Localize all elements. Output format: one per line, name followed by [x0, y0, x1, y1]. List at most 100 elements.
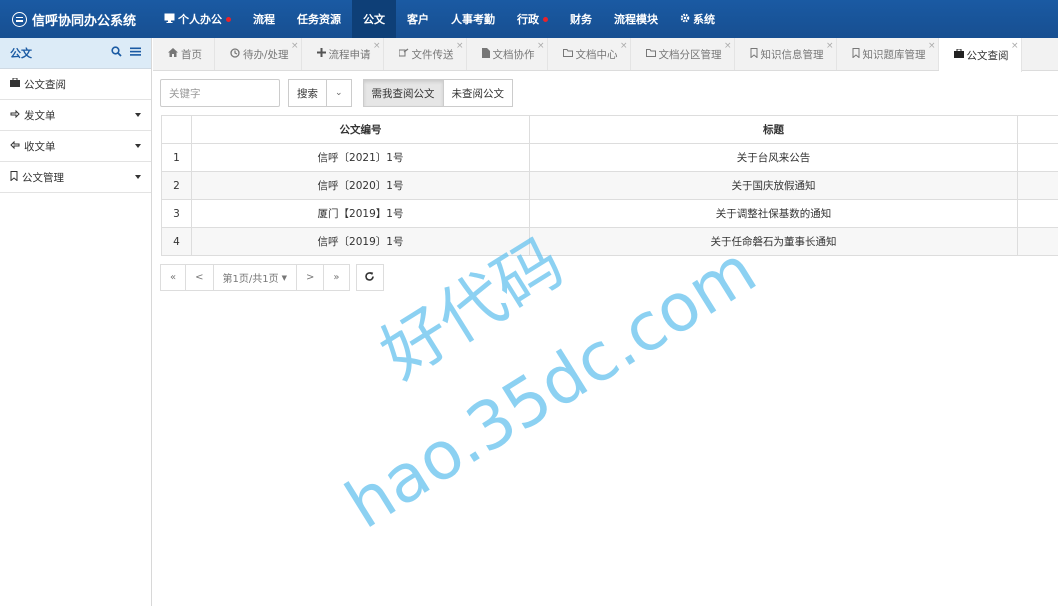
table-row[interactable]: 4 信呼〔2019〕1号 关于任命磐石为董事长通知 [161, 227, 1058, 256]
briefcase-icon [953, 48, 964, 61]
hand-left-icon [10, 140, 20, 153]
column-header-code[interactable]: 公文编号 [191, 115, 530, 144]
page-select[interactable]: 第1页/共1页 ▼ [213, 264, 297, 291]
close-icon[interactable]: × [620, 41, 628, 51]
tab-label: 文档协作 [492, 48, 535, 61]
caret-down-icon [135, 113, 141, 117]
nav-label: 流程 [253, 13, 275, 26]
menu-icon[interactable] [130, 46, 141, 60]
nav-label: 流程模块 [614, 13, 658, 26]
next-page-button[interactable]: > [297, 264, 325, 291]
nav-label: 人事考勤 [451, 13, 495, 26]
close-icon[interactable]: × [1011, 41, 1019, 51]
filter-unread-button[interactable]: 未查阅公文 [443, 79, 514, 107]
close-icon[interactable]: × [373, 41, 381, 51]
row-extra [1017, 143, 1058, 172]
close-icon[interactable]: × [826, 41, 834, 51]
nav-item-documents[interactable]: 公文 [352, 0, 396, 38]
bookmark-icon [750, 47, 758, 61]
sidebar-item-doc-query[interactable]: 公文查阅 [0, 69, 151, 100]
tab-flow-apply[interactable]: 流程申请 × [302, 38, 384, 70]
row-title: 关于调整社保基数的通知 [529, 199, 1018, 228]
document-table: 公文编号 标题 1 信呼〔2021〕1号 关于台风来公告 2 信呼〔2020〕1… [161, 115, 1058, 256]
tab-label: 公文查阅 [966, 49, 1009, 62]
tab-label: 文档中心 [575, 48, 618, 61]
sidebar: 公文 公文查阅 发文单 收文单 公文管理 [0, 38, 152, 606]
column-header-extra [1017, 115, 1058, 144]
bookmark-icon [10, 170, 18, 184]
close-icon[interactable]: × [537, 41, 545, 51]
gear-icon [680, 13, 690, 26]
close-icon[interactable]: × [928, 41, 936, 51]
tab-todo[interactable]: 待办/处理 × [215, 38, 302, 70]
nav-label: 行政 [517, 13, 539, 26]
close-icon[interactable]: × [291, 41, 299, 51]
nav-label: 公文 [363, 13, 385, 26]
search-dropdown-toggle[interactable]: ⌄ [327, 79, 352, 107]
row-title: 关于台风来公告 [529, 143, 1018, 172]
nav-label: 系统 [693, 13, 715, 26]
last-page-button[interactable]: » [324, 264, 350, 291]
sidebar-item-outgoing[interactable]: 发文单 [0, 100, 151, 131]
nav-item-flow[interactable]: 流程 [242, 0, 286, 38]
tab-doc-center[interactable]: 文档中心 × [548, 38, 631, 70]
sidebar-item-incoming[interactable]: 收文单 [0, 131, 151, 162]
filter-segment: 需我查阅公文 未查阅公文 [362, 79, 514, 107]
hand-right-icon [10, 109, 20, 122]
app-brand[interactable]: 信呼协同办公系统 [0, 0, 153, 38]
caret-down-icon [135, 144, 141, 148]
prev-page-button[interactable]: < [186, 264, 214, 291]
row-extra [1017, 171, 1058, 200]
row-index: 2 [161, 171, 192, 200]
keyword-input[interactable]: 关键字 [160, 79, 280, 107]
table-row[interactable]: 3 厦门【2019】1号 关于调整社保基数的通知 [161, 199, 1058, 228]
nav-item-hr[interactable]: 人事考勤 [440, 0, 506, 38]
tab-doc-partition[interactable]: 文档分区管理 × [631, 38, 735, 70]
table-header-row: 公文编号 标题 [161, 115, 1058, 144]
main-content: 关键字 搜索 ⌄ 需我查阅公文 未查阅公文 公文编号 标题 1 信呼〔2021〕… [160, 78, 1058, 291]
share-icon [398, 48, 409, 60]
row-code: 厦门【2019】1号 [191, 199, 530, 228]
close-icon[interactable]: × [456, 41, 464, 51]
search-toolbar: 关键字 搜索 ⌄ 需我查阅公文 未查阅公文 [160, 78, 1058, 108]
page-info: 第1页/共1页 [222, 274, 279, 285]
tab-knowledge-bank[interactable]: 知识题库管理 × [837, 38, 939, 70]
search-button[interactable]: 搜索 [288, 79, 327, 107]
nav-item-finance[interactable]: 财务 [559, 0, 603, 38]
tab-doc-collab[interactable]: 文档协作 × [467, 38, 548, 70]
pagination: « < 第1页/共1页 ▼ > » [160, 264, 384, 291]
tab-label: 待办/处理 [243, 48, 289, 61]
sidebar-title: 公文 [10, 47, 32, 60]
sidebar-item-doc-manage[interactable]: 公文管理 [0, 162, 151, 193]
app-title: 信呼协同办公系统 [32, 13, 137, 29]
table-row[interactable]: 2 信呼〔2020〕1号 关于国庆放假通知 [161, 171, 1058, 200]
nav-item-tasks[interactable]: 任务资源 [286, 0, 352, 38]
close-icon[interactable]: × [724, 41, 732, 51]
filter-need-review-button[interactable]: 需我查阅公文 [362, 79, 444, 107]
sidebar-item-label: 收文单 [24, 140, 56, 153]
tab-file-transfer[interactable]: 文件传送 × [384, 38, 467, 70]
first-page-button[interactable]: « [160, 264, 187, 291]
search-icon[interactable] [111, 46, 122, 60]
tab-knowledge-info[interactable]: 知识信息管理 × [735, 38, 837, 70]
nav-item-personal[interactable]: 个人办公 [153, 0, 242, 38]
refresh-button[interactable] [355, 264, 384, 291]
nav-item-system[interactable]: 系统 [669, 0, 726, 38]
column-header-title[interactable]: 标题 [529, 115, 1018, 144]
table-row[interactable]: 1 信呼〔2021〕1号 关于台风来公告 [161, 143, 1058, 172]
file-icon [481, 47, 490, 61]
nav-item-flow-modules[interactable]: 流程模块 [603, 0, 669, 38]
tab-doc-query[interactable]: 公文查阅 × [938, 38, 1022, 72]
nav-item-customers[interactable]: 客户 [396, 0, 440, 38]
clock-icon [230, 47, 240, 61]
bookmark-icon [852, 47, 860, 61]
sidebar-header: 公文 [0, 38, 151, 69]
tab-home[interactable]: 首页 [153, 38, 215, 70]
watermark-line2: hao.35dc.com [333, 231, 769, 544]
sidebar-item-label: 公文查阅 [24, 78, 66, 91]
chevron-down-icon: ⌄ [335, 88, 343, 98]
nav-label: 任务资源 [297, 13, 341, 26]
column-header-index [161, 115, 192, 144]
nav-item-admin[interactable]: 行政 [506, 0, 559, 38]
top-navbar: 信呼协同办公系统 个人办公 流程 任务资源 公文 客户 人事考勤 行政 财务 流… [0, 0, 1058, 38]
